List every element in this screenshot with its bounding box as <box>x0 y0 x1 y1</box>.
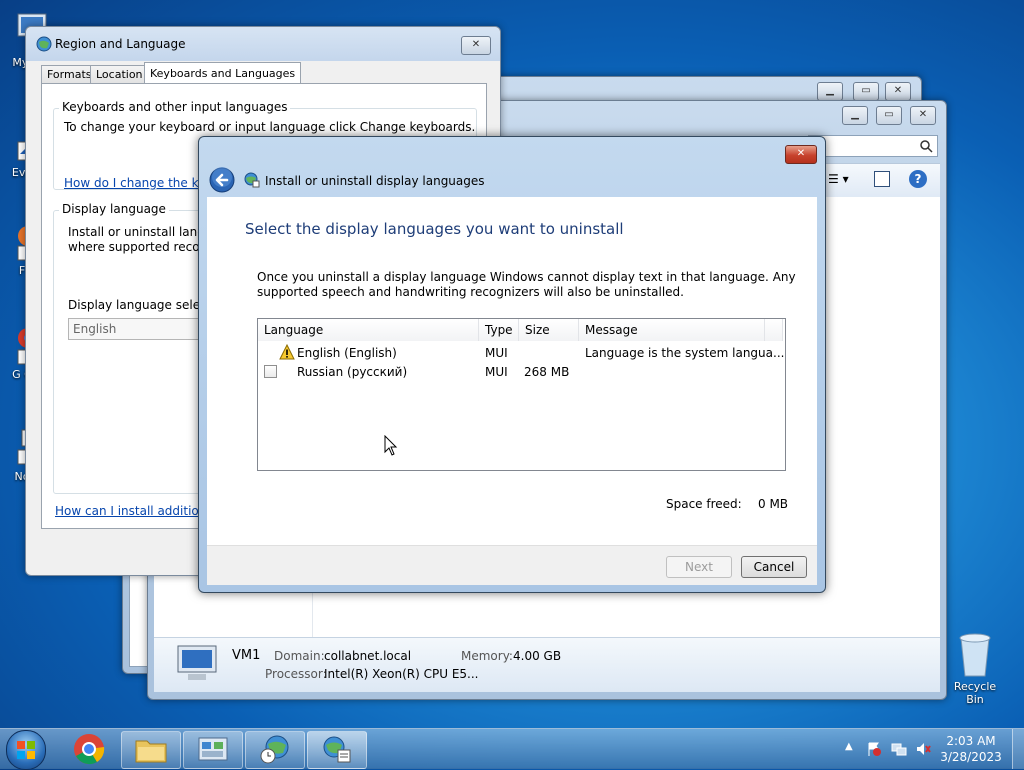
uninstall-languages-wizard[interactable]: ✕ Install or uninstall display languages… <box>198 136 826 593</box>
action-center-flag-icon[interactable] <box>866 741 882 757</box>
preview-pane-icon[interactable] <box>874 171 890 187</box>
recycle-bin-icon <box>959 633 991 677</box>
space-freed-value: 0 MB <box>758 497 789 511</box>
minimize-button[interactable]: ▁ <box>817 82 843 101</box>
taskbar-explorer-button[interactable] <box>121 731 181 769</box>
help-icon[interactable]: ? <box>909 170 927 188</box>
taskbar-control-panel-button[interactable] <box>183 731 243 769</box>
tab-location[interactable]: Location <box>90 65 149 84</box>
processor-value: Intel(R) Xeon(R) CPU E5... <box>324 667 479 681</box>
minimize-button[interactable]: ▁ <box>842 106 868 125</box>
display-language-select[interactable]: English <box>68 318 214 340</box>
maximize-button[interactable]: ▭ <box>853 82 879 101</box>
view-options-icon[interactable]: ☰ ▾ <box>828 172 849 186</box>
clock-date[interactable]: 3/28/2023 <box>940 750 1002 764</box>
search-icon <box>920 140 933 153</box>
tab-keyboards-languages[interactable]: Keyboards and Languages <box>144 62 302 85</box>
globe-clock-icon <box>260 735 289 764</box>
column-header-message[interactable]: Message <box>579 319 765 341</box>
folder-icon <box>135 740 167 763</box>
taskbar-display-languages-button[interactable] <box>307 731 367 769</box>
change-keyboard-help-link[interactable]: How do I change the keyb <box>64 176 220 190</box>
network-icon[interactable] <box>891 741 907 757</box>
memory-value: 4.00 GB <box>513 649 562 663</box>
list-row-english[interactable]: English (English) MUI Language is the sy… <box>258 343 785 363</box>
region-titlebar[interactable]: Region and Language ✕ <box>26 27 500 61</box>
search-box[interactable] <box>808 135 938 157</box>
taskbar-chrome-button[interactable] <box>68 731 110 767</box>
close-button[interactable]: ✕ <box>885 82 911 101</box>
domain-label: Domain: <box>274 649 325 663</box>
language-name: English (English) <box>297 346 397 360</box>
details-pane: VM1 Domain: collabnet.local Memory: 4.00… <box>154 637 940 692</box>
language-settings-icon <box>244 172 260 188</box>
start-button[interactable] <box>6 730 46 770</box>
computer-name: VM1 <box>232 648 261 663</box>
wizard-heading: Select the display languages you want to… <box>245 220 624 238</box>
processor-label: Processor: <box>265 667 327 681</box>
space-freed-label: Space freed: <box>666 497 742 511</box>
desktop-icon-label: Recycle Bin <box>953 680 997 706</box>
taskbar: ▲ 2:03 AM 3/28/2023 <box>0 728 1024 770</box>
show-hidden-icons-button[interactable]: ▲ <box>845 741 853 752</box>
wizard-description: Once you uninstall a display language Wi… <box>257 270 796 299</box>
chrome-icon <box>74 734 105 765</box>
language-type: MUI <box>485 346 508 360</box>
language-list[interactable]: Language Type Size Message English (Engl… <box>257 318 786 471</box>
domain-value: collabnet.local <box>324 649 412 663</box>
wizard-body: Select the display languages you want to… <box>207 197 817 545</box>
close-button[interactable]: ✕ <box>461 36 491 55</box>
install-languages-help-link[interactable]: How can I install additional <box>55 504 217 518</box>
control-panel-icon <box>198 737 228 761</box>
taskbar-region-button[interactable] <box>245 731 305 769</box>
cancel-button[interactable]: Cancel <box>741 556 807 578</box>
display-text-2: where supported recogn <box>68 240 215 254</box>
language-settings-icon <box>323 736 351 763</box>
globe-icon <box>36 36 52 52</box>
volume-muted-icon[interactable] <box>915 741 931 757</box>
warning-icon <box>279 344 295 360</box>
wizard-title: Install or uninstall display languages <box>265 174 485 188</box>
russian-checkbox[interactable] <box>264 365 277 378</box>
close-button[interactable]: ✕ <box>910 106 936 125</box>
list-row-russian[interactable]: Russian (русский) MUI 268 MB <box>258 362 783 382</box>
column-header-language[interactable]: Language <box>258 319 479 341</box>
keyboards-text: To change your keyboard or input languag… <box>64 120 476 134</box>
display-group-title: Display language <box>59 202 169 216</box>
desktop-icon-recycle-bin[interactable]: Recycle Bin <box>944 630 1006 706</box>
back-arrow-icon[interactable] <box>209 167 235 193</box>
column-header-filler <box>765 319 783 341</box>
maximize-button[interactable]: ▭ <box>876 106 902 125</box>
next-button[interactable]: Next <box>666 556 732 578</box>
show-desktop-button[interactable] <box>1012 729 1024 769</box>
language-size: 268 MB <box>524 365 570 379</box>
keyboards-group-title: Keyboards and other input languages <box>59 100 291 114</box>
region-title: Region and Language <box>55 37 186 51</box>
memory-label: Memory: <box>461 649 513 663</box>
language-name: Russian (русский) <box>297 365 408 379</box>
clock-time[interactable]: 2:03 AM <box>940 734 1002 748</box>
language-type: MUI <box>485 365 508 379</box>
column-header-size[interactable]: Size <box>519 319 579 341</box>
wizard-footer: Next Cancel <box>207 545 817 585</box>
mouse-cursor-icon <box>384 435 398 456</box>
windows-logo-icon <box>17 741 35 759</box>
computer-icon <box>177 645 217 680</box>
column-header-type[interactable]: Type <box>479 319 519 341</box>
language-message: Language is the system langua... <box>585 346 785 360</box>
close-button[interactable]: ✕ <box>785 145 817 164</box>
